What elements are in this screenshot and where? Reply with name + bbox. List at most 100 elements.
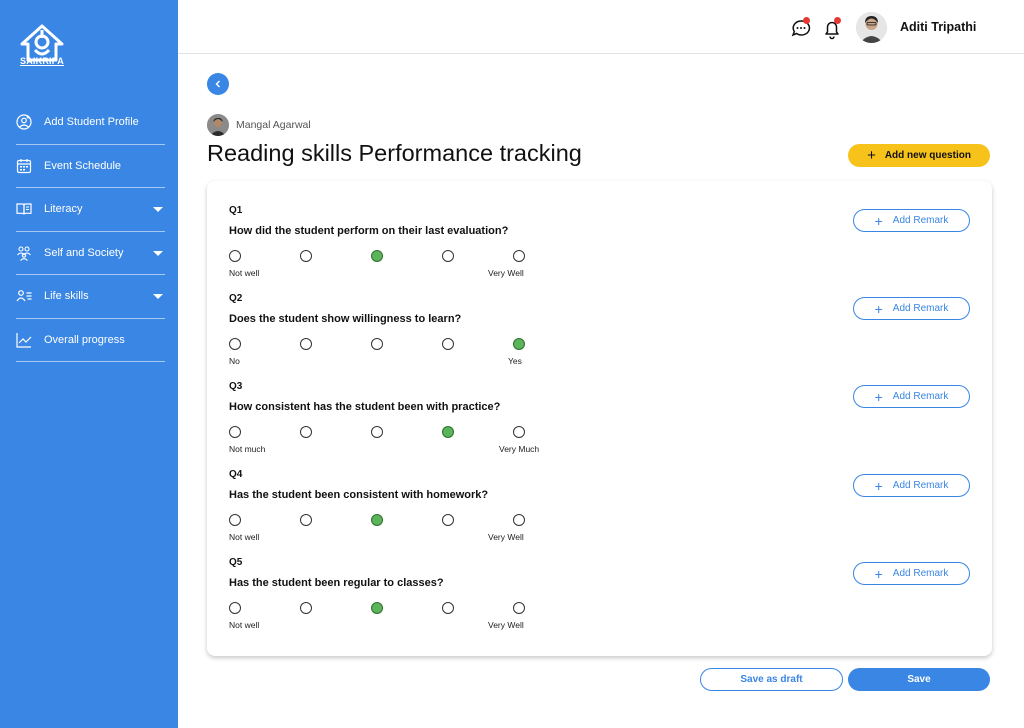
scale-labels: No Yes: [229, 356, 789, 370]
add-remark-label: Add Remark: [892, 480, 949, 491]
rating-radio-4[interactable]: [442, 602, 454, 614]
plus-icon: +: [874, 565, 883, 582]
user-avatar[interactable]: [856, 12, 887, 43]
question-number: Q4: [229, 469, 243, 480]
add-remark-button-q2[interactable]: + Add Remark: [853, 297, 970, 320]
rating-radio-3[interactable]: [371, 338, 383, 350]
calendar-icon: [16, 158, 32, 174]
rating-radio-1[interactable]: [229, 250, 241, 262]
sidebar-item-add-student-profile[interactable]: Add Student Profile: [16, 101, 165, 145]
rating-radio-3[interactable]: [371, 514, 383, 526]
scale-high-label: Very Much: [499, 444, 540, 454]
rating-radio-2[interactable]: [300, 338, 312, 350]
plus-icon: +: [874, 477, 883, 494]
scale-labels: Not much Very Much: [229, 444, 789, 458]
rating-scale: [229, 510, 789, 532]
bell-notification-dot: [834, 17, 841, 24]
chevron-left-icon: [215, 80, 220, 88]
save-button[interactable]: Save: [848, 668, 990, 691]
plus-icon: +: [874, 212, 883, 229]
rating-radio-5[interactable]: [513, 250, 525, 262]
sidebar: SAIKRIPA Add Student Profile Event Sched…: [0, 0, 178, 728]
page-title: Reading skills Performance tracking: [207, 140, 582, 166]
add-new-question-label: Add new question: [884, 150, 971, 161]
question-block-q5: Q5 Has the student been regular to class…: [229, 557, 789, 634]
question-number: Q2: [229, 293, 243, 304]
rating-radio-1[interactable]: [229, 426, 241, 438]
add-remark-button-q4[interactable]: + Add Remark: [853, 474, 970, 497]
back-button[interactable]: [207, 73, 229, 95]
sidebar-item-label: Event Schedule: [44, 159, 122, 172]
scale-low-label: Not well: [229, 268, 260, 278]
student-avatar: [207, 114, 229, 136]
add-new-question-button[interactable]: + Add new question: [848, 144, 990, 167]
sidebar-item-event-schedule[interactable]: Event Schedule: [16, 145, 165, 188]
chevron-down-icon[interactable]: [153, 294, 163, 300]
sidebar-item-life-skills[interactable]: Life skills: [16, 275, 165, 319]
save-as-draft-button[interactable]: Save as draft: [700, 668, 843, 691]
add-remark-button-q1[interactable]: + Add Remark: [853, 209, 970, 232]
question-text: Has the student been consistent with hom…: [229, 489, 489, 501]
questions-card: Q1 How did the student perform on their …: [207, 181, 992, 656]
add-remark-label: Add Remark: [892, 215, 949, 226]
question-number: Q1: [229, 205, 243, 216]
plus-icon: +: [874, 388, 883, 405]
add-remark-button-q5[interactable]: + Add Remark: [853, 562, 970, 585]
scale-labels: Not well Very Well: [229, 620, 789, 634]
rating-radio-3[interactable]: [371, 426, 383, 438]
rating-radio-4[interactable]: [442, 250, 454, 262]
rating-radio-1[interactable]: [229, 514, 241, 526]
chevron-down-icon[interactable]: [153, 207, 163, 213]
top-header: Aditi Tripathi: [178, 0, 1024, 54]
people-icon: [16, 245, 32, 261]
rating-radio-1[interactable]: [229, 602, 241, 614]
scale-high-label: Very Well: [488, 532, 524, 542]
question-number: Q5: [229, 557, 243, 568]
user-add-icon: [16, 114, 32, 130]
scale-labels: Not well Very Well: [229, 532, 789, 546]
rating-scale: [229, 598, 789, 620]
plus-icon: +: [867, 147, 876, 164]
chevron-down-icon[interactable]: [153, 250, 163, 256]
question-text: How did the student perform on their las…: [229, 225, 509, 237]
rating-radio-5[interactable]: [513, 426, 525, 438]
rating-scale: [229, 422, 789, 444]
rating-radio-2[interactable]: [300, 426, 312, 438]
add-remark-button-q3[interactable]: + Add Remark: [853, 385, 970, 408]
question-block-q3: Q3 How consistent has the student been w…: [229, 381, 789, 458]
rating-radio-5[interactable]: [513, 514, 525, 526]
scale-high-label: Very Well: [488, 268, 524, 278]
rating-radio-4[interactable]: [442, 426, 454, 438]
rating-radio-4[interactable]: [442, 514, 454, 526]
rating-radio-5[interactable]: [513, 602, 525, 614]
rating-scale: [229, 334, 789, 356]
rating-radio-3[interactable]: [371, 250, 383, 262]
rating-radio-5[interactable]: [513, 338, 525, 350]
sidebar-item-self-and-society[interactable]: Self and Society: [16, 232, 165, 275]
sidebar-item-overall-progress[interactable]: Overall progress: [16, 319, 165, 362]
sidebar-item-literacy[interactable]: Literacy: [16, 188, 165, 232]
scale-low-label: Not well: [229, 532, 260, 542]
question-number: Q3: [229, 381, 243, 392]
scale-low-label: Not much: [229, 444, 266, 454]
question-text: Has the student been regular to classes?: [229, 577, 444, 589]
sidebar-item-label: Add Student Profile: [44, 116, 139, 129]
rating-radio-2[interactable]: [300, 602, 312, 614]
student-info: Mangal Agarwal: [207, 114, 311, 136]
rating-scale: [229, 246, 789, 268]
scale-high-label: Yes: [508, 356, 522, 366]
rating-radio-2[interactable]: [300, 250, 312, 262]
rating-radio-1[interactable]: [229, 338, 241, 350]
rating-radio-4[interactable]: [442, 338, 454, 350]
rating-radio-2[interactable]: [300, 514, 312, 526]
add-remark-label: Add Remark: [892, 568, 949, 579]
student-name: Mangal Agarwal: [236, 119, 311, 131]
question-block-q1: Q1 How did the student perform on their …: [229, 205, 789, 282]
sidebar-item-label: Life skills: [44, 290, 89, 303]
sidebar-nav: Add Student Profile Event Schedule Liter…: [16, 101, 165, 362]
add-remark-label: Add Remark: [892, 303, 949, 314]
rating-radio-3[interactable]: [371, 602, 383, 614]
question-block-q2: Q2 Does the student show willingness to …: [229, 293, 789, 370]
sidebar-item-label: Overall progress: [44, 333, 125, 346]
user-name[interactable]: Aditi Tripathi: [900, 20, 976, 34]
